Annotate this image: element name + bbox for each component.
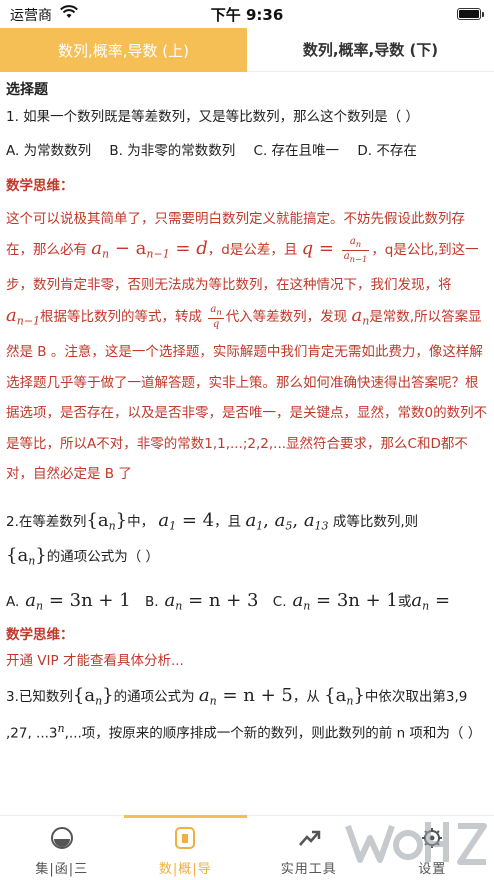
tab-part-1[interactable]: 数列,概率,导数 (上): [0, 28, 247, 72]
question-1-options: A. 为常数数列 B. 为非零的常数数列 C. 存在且唯一 D. 不存在: [6, 141, 488, 161]
circle-half-icon: [50, 827, 73, 849]
option-b[interactable]: B. 为非零的常数数列: [109, 143, 235, 159]
nav-item-set-func-trig[interactable]: 集|函|三: [0, 816, 124, 880]
battery-icon: [457, 8, 484, 20]
question-2-options: A. an = 3n + 1 B. an = n + 3 C. an = 3n + 1…: [6, 587, 488, 615]
section-title: 选择题: [6, 82, 48, 98]
question-1: 1. 如果一个数列既是等差数列，又是等比数列，那么这个数列是（ ）: [6, 109, 419, 125]
nav-label: 集|函|三: [35, 862, 89, 877]
chapter-tabs: 数列,概率,导数 (上) 数列,概率,导数 (下): [0, 28, 494, 72]
watermark-logo: [345, 822, 487, 865]
nav-item-seq-prob-deriv[interactable]: 数|概|导: [123, 815, 248, 880]
question-list[interactable]: 选择题 1. 如果一个数列既是等差数列，又是等比数列，那么这个数列是（ ） A.…: [0, 80, 494, 820]
nav-label: 数|概|导: [158, 862, 212, 877]
analysis-title: 数学思维：: [6, 177, 74, 194]
option-c[interactable]: C. 存在且唯一: [254, 143, 340, 159]
nav-label: 实用工具: [280, 862, 337, 877]
status-bar: 运营商 下午 9:36: [0, 0, 494, 28]
option-d[interactable]: D. 不存在: [357, 143, 416, 159]
vip-prompt-link[interactable]: 开通 VIP 才能查看具体分析...: [6, 651, 488, 671]
analysis-text: 这个可以说极其简单了，只需要明白数列定义就能搞定。不妨先假设此数列存在，那么必有…: [6, 210, 488, 483]
q2-option-c[interactable]: C. an = 3n + 1或an =: [273, 590, 450, 613]
question-2: 2.在等差数列{an}中， a1 = 4，且 a1, a5, a13 成等比数列…: [6, 509, 419, 568]
option-a[interactable]: A. 为常数数列: [6, 143, 91, 159]
q2-option-b[interactable]: B. an = n + 3: [145, 590, 259, 613]
rounded-square-icon: [175, 827, 196, 849]
clock: 下午 9:36: [210, 6, 284, 24]
question-3: 3.已知数列{an}的通项公式为 an = n + 5，从 {an}中依次取出第…: [6, 684, 482, 742]
tab-part-2[interactable]: 数列,概率,导数 (下): [247, 28, 494, 72]
q2-option-a[interactable]: A. an = 3n + 1: [6, 590, 131, 613]
analysis-2-title: 数学思维：: [6, 627, 74, 644]
trend-arrow-icon: [298, 830, 320, 846]
